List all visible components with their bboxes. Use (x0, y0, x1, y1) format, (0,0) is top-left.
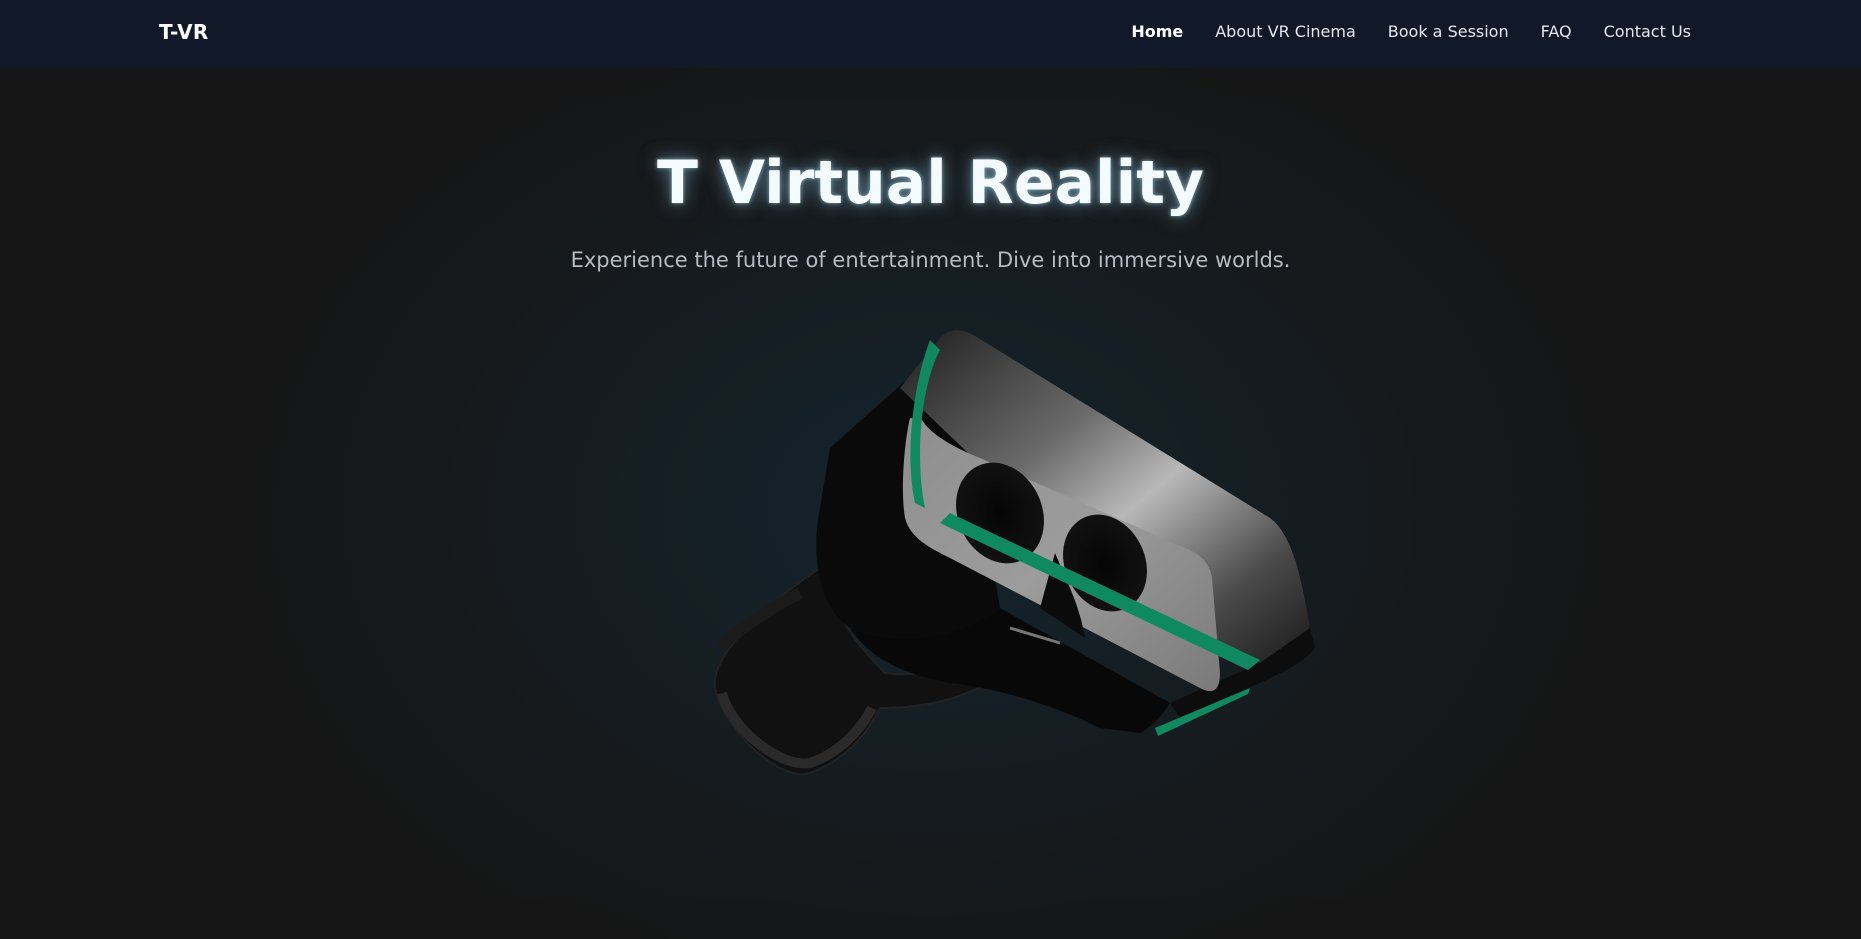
navbar: T-VR Home About VR Cinema Book a Session… (0, 0, 1861, 68)
hero-section: T Virtual Reality Experience the future … (0, 68, 1861, 939)
hero-title: T Virtual Reality (656, 148, 1204, 218)
brand-logo[interactable]: T-VR (159, 20, 209, 44)
nav-about-vr-cinema[interactable]: About VR Cinema (1215, 22, 1356, 41)
vr-headset-image (700, 308, 1340, 788)
nav-faq[interactable]: FAQ (1541, 22, 1572, 41)
nav-links: Home About VR Cinema Book a Session FAQ … (1131, 22, 1691, 41)
nav-contact-us[interactable]: Contact Us (1604, 22, 1691, 41)
nav-book-session[interactable]: Book a Session (1388, 22, 1509, 41)
hero-subtitle: Experience the future of entertainment. … (570, 248, 1291, 272)
nav-home[interactable]: Home (1131, 22, 1183, 41)
vr-headset-icon (713, 330, 1315, 776)
